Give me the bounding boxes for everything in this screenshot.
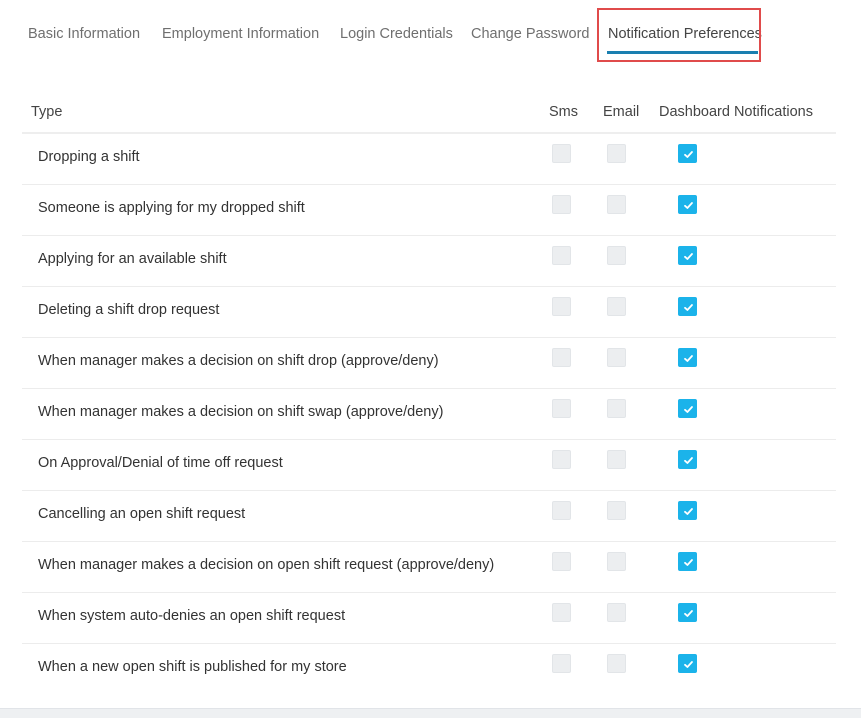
notification-type-label: When a new open shift is published for m… xyxy=(38,659,347,675)
notification-preferences-table: Type Sms Email Dashboard Notifications D… xyxy=(22,92,836,694)
dashboard-checkbox[interactable] xyxy=(678,297,697,316)
sms-checkbox[interactable] xyxy=(552,654,571,673)
email-checkbox[interactable] xyxy=(607,603,626,622)
notification-type-label: When manager makes a decision on shift s… xyxy=(38,404,444,420)
notification-type-label: When system auto-denies an open shift re… xyxy=(38,608,346,624)
table-row: When a new open shift is published for m… xyxy=(22,644,836,694)
sms-checkbox[interactable] xyxy=(552,297,571,316)
sms-checkbox[interactable] xyxy=(552,501,571,520)
notification-type-label: On Approval/Denial of time off request xyxy=(38,455,283,471)
check-icon xyxy=(684,559,693,566)
email-checkbox[interactable] xyxy=(607,450,626,469)
notification-type-label: When manager makes a decision on shift d… xyxy=(38,353,439,369)
check-icon xyxy=(684,610,693,617)
column-header-type: Type xyxy=(31,104,63,120)
notification-type-label: Cancelling an open shift request xyxy=(38,506,246,522)
email-checkbox[interactable] xyxy=(607,501,626,520)
column-header-email: Email xyxy=(603,104,640,120)
sms-checkbox[interactable] xyxy=(552,348,571,367)
dashboard-checkbox[interactable] xyxy=(678,450,697,469)
dashboard-checkbox[interactable] xyxy=(678,246,697,265)
dashboard-checkbox[interactable] xyxy=(678,144,697,163)
check-icon xyxy=(684,202,693,209)
email-checkbox[interactable] xyxy=(607,552,626,571)
check-icon xyxy=(684,253,693,260)
sms-checkbox[interactable] xyxy=(552,195,571,214)
dashboard-checkbox[interactable] xyxy=(678,552,697,571)
notification-type-label: Applying for an available shift xyxy=(38,251,227,267)
dashboard-checkbox[interactable] xyxy=(678,501,697,520)
email-checkbox[interactable] xyxy=(607,144,626,163)
tab-employment-information[interactable]: Employment Information xyxy=(162,24,319,44)
check-icon xyxy=(684,304,693,311)
dashboard-checkbox[interactable] xyxy=(678,603,697,622)
email-checkbox[interactable] xyxy=(607,195,626,214)
table-row: When manager makes a decision on shift s… xyxy=(22,389,836,440)
table-row: Cancelling an open shift request xyxy=(22,491,836,542)
active-tab-highlight-box xyxy=(597,8,761,62)
sms-checkbox[interactable] xyxy=(552,246,571,265)
dashboard-checkbox[interactable] xyxy=(678,348,697,367)
email-checkbox[interactable] xyxy=(607,297,626,316)
table-row: On Approval/Denial of time off request xyxy=(22,440,836,491)
table-row: When system auto-denies an open shift re… xyxy=(22,593,836,644)
tab-change-password[interactable]: Change Password xyxy=(471,24,590,44)
table-header: Type Sms Email Dashboard Notifications xyxy=(22,92,836,134)
dashboard-checkbox[interactable] xyxy=(678,654,697,673)
email-checkbox[interactable] xyxy=(607,246,626,265)
profile-tabs: Basic Information Employment Information… xyxy=(0,0,861,66)
notification-type-label: When manager makes a decision on open sh… xyxy=(38,557,495,573)
notification-type-label: Deleting a shift drop request xyxy=(38,302,220,318)
dashboard-checkbox[interactable] xyxy=(678,399,697,418)
notification-type-label: Dropping a shift xyxy=(38,149,140,165)
email-checkbox[interactable] xyxy=(607,654,626,673)
sms-checkbox[interactable] xyxy=(552,603,571,622)
table-row: Applying for an available shift xyxy=(22,236,836,287)
tab-login-credentials[interactable]: Login Credentials xyxy=(340,24,453,44)
sms-checkbox[interactable] xyxy=(552,399,571,418)
tab-basic-information[interactable]: Basic Information xyxy=(28,24,140,44)
email-checkbox[interactable] xyxy=(607,399,626,418)
table-row: Dropping a shift xyxy=(22,134,836,185)
table-row: Someone is applying for my dropped shift xyxy=(22,185,836,236)
notification-type-label: Someone is applying for my dropped shift xyxy=(38,200,305,216)
table-row: Deleting a shift drop request xyxy=(22,287,836,338)
sms-checkbox[interactable] xyxy=(552,552,571,571)
dashboard-checkbox[interactable] xyxy=(678,195,697,214)
check-icon xyxy=(684,457,693,464)
column-header-dashboard-notifications: Dashboard Notifications xyxy=(659,104,813,120)
check-icon xyxy=(684,151,693,158)
table-row: When manager makes a decision on shift d… xyxy=(22,338,836,389)
column-header-sms: Sms xyxy=(549,104,578,120)
check-icon xyxy=(684,661,693,668)
table-row: When manager makes a decision on open sh… xyxy=(22,542,836,593)
check-icon xyxy=(684,406,693,413)
table-body: Dropping a shift Someone is applying for … xyxy=(22,134,836,694)
email-checkbox[interactable] xyxy=(607,348,626,367)
sms-checkbox[interactable] xyxy=(552,144,571,163)
check-icon xyxy=(684,355,693,362)
sms-checkbox[interactable] xyxy=(552,450,571,469)
check-icon xyxy=(684,508,693,515)
